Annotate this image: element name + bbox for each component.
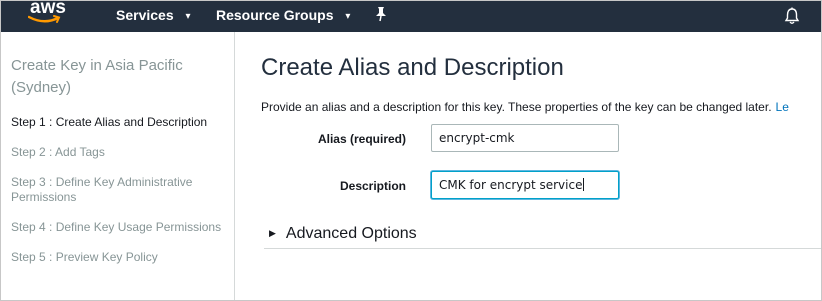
caret-down-icon: ▾ — [345, 11, 351, 22]
console-window: aws Services ▾ Resource Groups ▾ Create … — [0, 0, 822, 301]
top-navigation-bar: aws Services ▾ Resource Groups ▾ — [1, 1, 821, 32]
learn-more-link[interactable]: Le — [776, 100, 789, 114]
advanced-options-label: Advanced Options — [285, 225, 417, 242]
alias-input-value: encrypt-cmk — [439, 131, 515, 145]
description-input[interactable]: CMK for encrypt service — [431, 171, 619, 199]
caret-down-icon: ▾ — [185, 11, 191, 22]
alias-input[interactable]: encrypt-cmk — [431, 124, 619, 152]
step-2-add-tags[interactable]: Step 2 : Add Tags — [11, 145, 229, 160]
page-title: Create Alias and Description — [261, 54, 564, 81]
main-content: Create Alias and Description Provide an … — [261, 32, 821, 300]
description-input-value: CMK for encrypt service — [439, 178, 583, 192]
aws-logo[interactable]: aws — [26, 1, 66, 29]
services-label: Services — [116, 7, 174, 23]
step-3-admin-permissions[interactable]: Step 3 : Define Key Administrative Permi… — [11, 175, 229, 205]
wizard-steps: Step 1 : Create Alias and Description St… — [11, 115, 229, 280]
step-4-usage-permissions[interactable]: Step 4 : Define Key Usage Permissions — [11, 220, 229, 235]
sidebar-title: Create Key in Asia Pacific (Sydney) — [11, 57, 183, 96]
pin-icon[interactable] — [374, 6, 388, 22]
description-text: Provide an alias and a description for t… — [261, 100, 772, 114]
text-cursor — [583, 178, 585, 191]
description-label: Description — [339, 179, 406, 193]
wizard-sidebar: Create Key in Asia Pacific (Sydney) Step… — [1, 32, 235, 300]
services-menu[interactable]: Services ▾ — [116, 7, 191, 23]
resource-groups-label: Resource Groups — [216, 7, 334, 23]
section-divider — [264, 248, 821, 249]
expand-triangle-icon: ▶ — [269, 228, 276, 238]
step-1-create-alias[interactable]: Step 1 : Create Alias and Description — [11, 115, 229, 130]
page-description: Provide an alias and a description for t… — [261, 100, 821, 114]
alias-label: Alias (required) — [317, 132, 406, 146]
resource-groups-menu[interactable]: Resource Groups ▾ — [216, 7, 350, 23]
step-5-preview-policy[interactable]: Step 5 : Preview Key Policy — [11, 250, 229, 265]
advanced-options-toggle[interactable]: ▶ Advanced Options — [269, 225, 417, 243]
bell-icon[interactable] — [784, 7, 800, 25]
aws-smile-icon — [28, 15, 61, 23]
